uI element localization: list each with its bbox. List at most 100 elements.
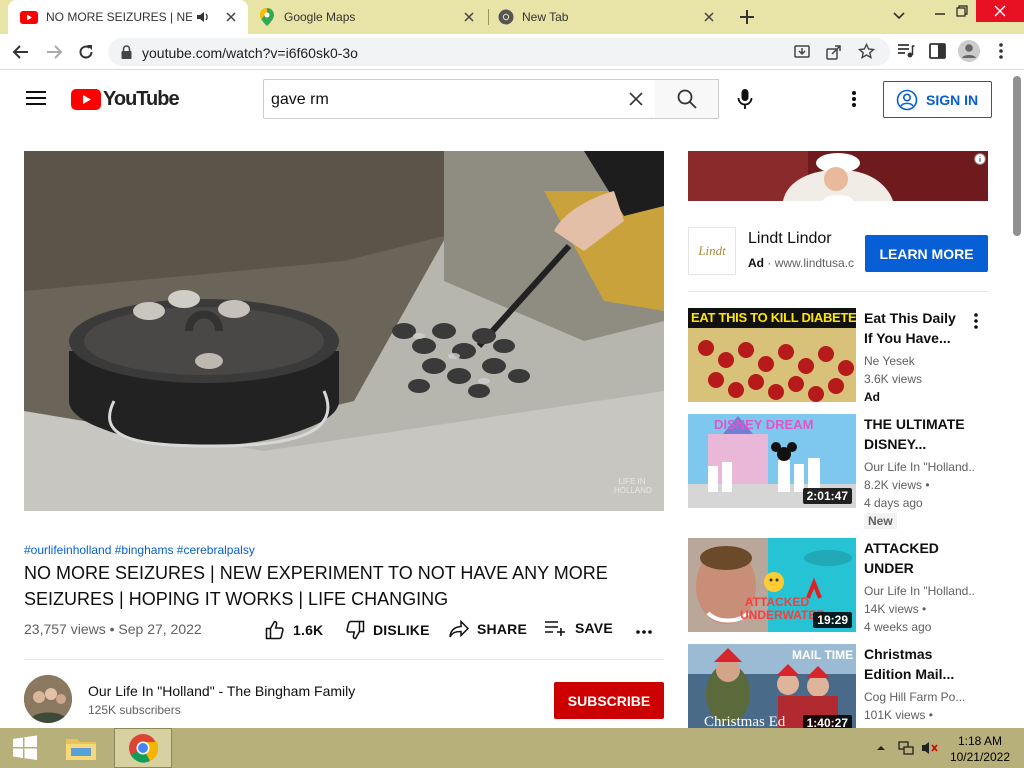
browser-menu-icon[interactable] (999, 43, 1003, 59)
related-video-card[interactable]: EAT THIS TO KILL DIABETES Eat This Daily… (688, 308, 988, 404)
related-video-card[interactable]: MAIL TIME Christmas Ed 1:40:27 Christmas… (688, 644, 988, 728)
network-icon[interactable] (898, 740, 914, 756)
related-video-title[interactable]: THE ULTIMATE DISNEY... (864, 414, 968, 454)
related-video-views: 8.2K views • (864, 478, 930, 492)
bookmark-star-icon[interactable] (858, 43, 875, 60)
forward-arrow-icon[interactable] (45, 44, 63, 60)
chrome-icon (498, 9, 514, 25)
video-duration: 1:40:27 (802, 715, 852, 728)
like-button[interactable]: 1.6K (265, 620, 323, 640)
subscribe-button[interactable]: SUBSCRIBE (554, 682, 664, 719)
chrome-logo-icon (129, 734, 158, 763)
share-button[interactable]: SHARE (449, 620, 527, 638)
ad-advertiser-logo[interactable]: Lindt (688, 227, 736, 275)
tray-overflow-icon[interactable] (876, 744, 886, 752)
related-video-channel: Our Life In "Holland... (864, 460, 974, 474)
tab-youtube[interactable]: NO MORE SEIZURES | NEW E (8, 0, 248, 34)
share-arrow-icon (449, 620, 469, 638)
sign-in-label: SIGN IN (926, 91, 979, 108)
ad-label: Ad (864, 390, 880, 404)
channel-avatar[interactable] (24, 675, 72, 723)
video-thumbnail[interactable]: EAT THIS TO KILL DIABETES (688, 308, 856, 402)
channel-name[interactable]: Our Life In "Holland" - The Bingham Fami… (88, 683, 355, 699)
related-video-channel: Our Life In "Holland... (864, 584, 974, 598)
video-hashtags[interactable]: #ourlifeinholland #binghams #cerebralpal… (24, 543, 255, 557)
related-video-age: 4 weeks ago (864, 620, 932, 634)
close-tab-icon[interactable] (702, 10, 716, 24)
profile-avatar-icon[interactable] (958, 40, 980, 62)
dislike-button[interactable]: DISLIKE (345, 620, 430, 640)
ad-url: www.lindtusa.com (774, 256, 854, 270)
browser-toolbar: youtube.com/watch?v=i6f60sk0-3o (0, 34, 1024, 70)
dislike-label: DISLIKE (373, 622, 430, 638)
video-more-icon[interactable] (974, 313, 978, 329)
close-window-button[interactable] (976, 0, 1024, 22)
speaker-icon[interactable] (196, 11, 210, 23)
address-bar[interactable]: youtube.com/watch?v=i6f60sk0-3o (108, 38, 890, 66)
related-video-channel: Ne Yesek (864, 354, 915, 368)
share-label: SHARE (477, 621, 528, 637)
tab-divider (488, 9, 489, 25)
tab-google-maps[interactable]: Google Maps (250, 0, 486, 34)
media-control-icon[interactable] (897, 43, 915, 59)
chrome-taskbar-button[interactable] (114, 728, 172, 768)
browser-tab-strip: NO MORE SEIZURES | NEW E Google Maps New… (0, 0, 1024, 34)
video-thumbnail[interactable]: ATTACKED UNDERWATER 19:29 (688, 538, 856, 632)
video-thumbnail[interactable]: DISNEY DREAM 2:01:47 (688, 414, 856, 508)
tab-title: New Tab (522, 10, 569, 24)
search-input[interactable]: gave rm (271, 91, 329, 109)
related-video-title[interactable]: Christmas Edition Mail... (864, 644, 968, 684)
tab-title: Google Maps (284, 10, 356, 24)
video-views-date: 23,757 views • Sep 27, 2022 (24, 621, 202, 637)
video-duration: 19:29 (813, 612, 852, 628)
related-video-title[interactable]: ATTACKED UNDER WATE... (864, 538, 968, 578)
file-explorer-button[interactable] (58, 728, 104, 768)
video-player[interactable]: LIFE IN HOLLAND (24, 151, 664, 511)
video-title: NO MORE SEIZURES | NEW EXPERIMENT TO NOT… (24, 563, 608, 609)
search-box[interactable]: gave rm (263, 79, 656, 119)
settings-more-icon[interactable] (852, 91, 856, 107)
ad-banner-image[interactable] (688, 151, 988, 201)
system-clock[interactable]: 1:18 AM 10/21/2022 (950, 733, 1010, 765)
youtube-play-logo-icon (71, 89, 101, 110)
volume-muted-icon[interactable] (921, 740, 939, 756)
related-video-views: 14K views • (864, 602, 927, 616)
tab-new-tab[interactable]: New Tab (490, 0, 726, 34)
like-count: 1.6K (293, 622, 324, 638)
new-tab-button[interactable] (738, 8, 756, 26)
ad-info-icon[interactable] (974, 153, 986, 165)
tab-search-icon[interactable] (892, 11, 906, 21)
related-video-title[interactable]: Eat This Daily If You Have... (864, 308, 968, 348)
save-button[interactable]: SAVE (545, 620, 613, 636)
ad-label: Ad (748, 256, 764, 270)
ad-title[interactable]: Lindt Lindor (748, 230, 832, 248)
back-arrow-icon[interactable] (12, 44, 30, 60)
close-tab-icon[interactable] (462, 10, 476, 24)
sign-in-button[interactable]: SIGN IN (883, 81, 992, 118)
start-button[interactable] (0, 728, 50, 768)
youtube-logo[interactable]: YouTube (71, 88, 180, 111)
related-video-card[interactable]: DISNEY DREAM 2:01:47 THE ULTIMATE DISNEY… (688, 414, 988, 529)
windows-logo-icon (13, 735, 37, 760)
video-thumbnail[interactable]: MAIL TIME Christmas Ed 1:40:27 (688, 644, 856, 728)
learn-more-button[interactable]: LEARN MORE (865, 235, 988, 272)
thumbnail-text: DISNEY DREAM (714, 417, 814, 432)
url-text: youtube.com/watch?v=i6f60sk0-3o (142, 45, 358, 61)
side-panel-icon[interactable] (929, 43, 946, 59)
install-icon[interactable] (794, 44, 810, 60)
search-button[interactable] (655, 79, 719, 119)
hamburger-menu-icon[interactable] (26, 90, 46, 106)
clear-search-icon[interactable] (629, 92, 643, 106)
close-tab-icon[interactable] (224, 10, 238, 24)
reload-icon[interactable] (78, 44, 94, 60)
page-scrollbar-thumb[interactable] (1013, 76, 1021, 236)
lock-icon[interactable] (121, 45, 132, 59)
related-video-age: 4 days ago (864, 496, 923, 510)
voice-search-button[interactable] (737, 88, 753, 110)
playlist-add-icon (545, 621, 565, 636)
divider (688, 291, 988, 292)
more-actions-icon[interactable] (636, 630, 652, 634)
video-frame-image (24, 151, 664, 511)
share-page-icon[interactable] (826, 44, 842, 60)
related-video-card[interactable]: ATTACKED UNDERWATER 19:29 ATTACKED UNDER… (688, 538, 988, 634)
